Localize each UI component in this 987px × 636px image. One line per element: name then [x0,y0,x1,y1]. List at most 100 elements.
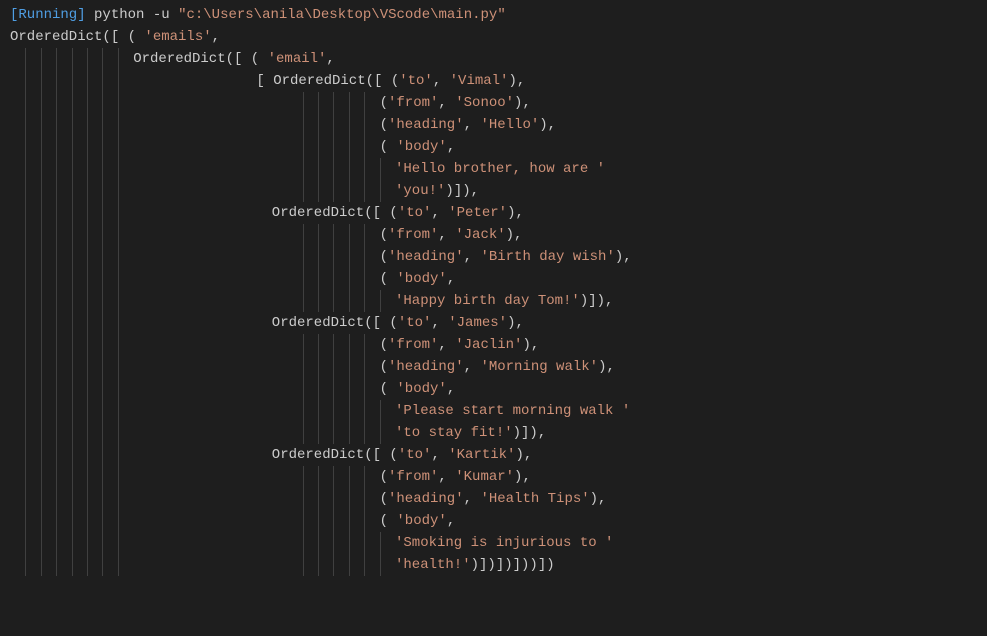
terminal-line: OrderedDict([ ('to', 'Kartik'), [10,444,977,466]
terminal-line: 'Smoking is injurious to ' [10,532,977,554]
text-segment: 'Morning walk' [480,359,598,375]
line-content: 'health!')])])]))]) [10,557,555,573]
text-segment: 'Sonoo' [455,95,514,111]
terminal-line: 'Happy birth day Tom!')]), [10,290,977,312]
text-segment: , [431,447,448,463]
line-content: ('from', 'Jaclin'), [10,337,539,353]
text-segment: 'body' [396,139,446,155]
text-segment: 'from' [388,95,438,111]
line-content: ( 'body', [10,139,455,155]
text-segment: ( [380,117,388,133]
text-segment: 'emails' [144,29,211,45]
text-segment: 'to' [399,73,433,89]
text-segment: , [431,315,448,331]
text-segment: ( [380,271,397,287]
terminal-line: ('from', 'Kumar'), [10,466,977,488]
text-segment: , [438,337,455,353]
text-segment: 'Peter' [448,205,507,221]
terminal-line: ('from', 'Jaclin'), [10,334,977,356]
text-segment: , [438,95,455,111]
text-segment: ), [514,95,531,111]
text-segment: OrderedDict([ ( [133,51,267,67]
line-content: ('heading', 'Hello'), [10,117,556,133]
text-segment: 'heading' [388,117,464,133]
line-content: ('heading', 'Birth day wish'), [10,249,632,265]
line-content: OrderedDict([ ('to', 'Kartik'), [10,447,532,463]
line-content: ( 'body', [10,271,455,287]
terminal-line: ( 'body', [10,268,977,290]
text-segment: ), [615,249,632,265]
text-segment: 'heading' [388,249,464,265]
text-segment: )]), [445,183,479,199]
terminal-line: 'health!')])])]))]) [10,554,977,576]
text-segment: 'James' [448,315,507,331]
text-segment: ( [380,227,388,243]
text-segment: 'you!' [395,183,445,199]
line-content: 'to stay fit!')]), [10,425,546,441]
text-segment: 'to' [398,205,432,221]
terminal-output[interactable]: [Running] python -u "c:\Users\anila\Desk… [0,0,987,580]
text-segment: ( [380,95,388,111]
text-segment: , [447,381,455,397]
text-segment: OrderedDict([ ( [10,29,144,45]
text-segment: 'Kumar' [455,469,514,485]
terminal-line: OrderedDict([ ('to', 'Peter'), [10,202,977,224]
line-content: 'Happy birth day Tom!')]), [10,293,613,309]
text-segment: , [438,469,455,485]
text-segment: )])])]))]) [471,557,555,573]
text-segment: OrderedDict([ ( [272,205,398,221]
text-segment: ), [515,447,532,463]
text-segment: ), [507,205,524,221]
terminal-line: ('heading', 'Hello'), [10,114,977,136]
text-segment: ( [380,337,388,353]
line-content: ('heading', 'Health Tips'), [10,491,606,507]
text-segment: , [464,359,481,375]
terminal-line: OrderedDict([ ( 'email', [10,48,977,70]
terminal-line: 'to stay fit!')]), [10,422,977,444]
line-content: [ OrderedDict([ ('to', 'Vimal'), [10,73,525,89]
terminal-line: ( 'body', [10,510,977,532]
line-content: 'Smoking is injurious to ' [10,535,613,551]
text-segment: ), [514,469,531,485]
text-segment: [ OrderedDict([ ( [256,73,399,89]
line-content: [Running] python -u "c:\Users\anila\Desk… [10,7,506,23]
text-segment: ( [380,139,397,155]
text-segment: )]), [513,425,547,441]
text-segment: 'to' [398,315,432,331]
terminal-line: 'Please start morning walk ' [10,400,977,422]
text-segment: 'Birth day wish' [480,249,614,265]
text-segment: , [464,491,481,507]
text-segment: python -u [94,7,170,23]
text-segment: ), [506,227,523,243]
line-content: ( 'body', [10,381,455,397]
text-segment [86,7,94,23]
line-content: OrderedDict([ ( 'emails', [10,29,220,45]
text-segment: ), [522,337,539,353]
text-segment: 'Smoking is injurious to ' [395,535,613,551]
text-segment: ), [539,117,556,133]
text-segment: 'body' [396,513,446,529]
text-segment: , [447,271,455,287]
text-segment: "c:\Users\anila\Desktop\VScode\main.py" [178,7,506,23]
text-segment: , [447,513,455,529]
line-content: 'Hello brother, how are ' [10,161,605,177]
text-segment: 'Hello' [480,117,539,133]
terminal-line: ('heading', 'Morning walk'), [10,356,977,378]
terminal-line: ('from', 'Sonoo'), [10,92,977,114]
text-segment: 'Hello brother, how are ' [395,161,605,177]
text-segment: ( [380,249,388,265]
text-segment: ), [508,73,525,89]
line-content: ('heading', 'Morning walk'), [10,359,615,375]
text-segment: ( [380,469,388,485]
terminal-line: 'you!')]), [10,180,977,202]
line-content: ('from', 'Kumar'), [10,469,531,485]
terminal-line: ('heading', 'Birth day wish'), [10,246,977,268]
text-segment: 'Happy birth day Tom!' [395,293,580,309]
text-segment: , [433,73,450,89]
terminal-line: OrderedDict([ ( 'emails', [10,26,977,48]
line-content: ('from', 'Jack'), [10,227,522,243]
terminal-line: OrderedDict([ ('to', 'James'), [10,312,977,334]
terminal-line: ( 'body', [10,136,977,158]
line-content: OrderedDict([ ('to', 'James'), [10,315,524,331]
text-segment: , [326,51,334,67]
